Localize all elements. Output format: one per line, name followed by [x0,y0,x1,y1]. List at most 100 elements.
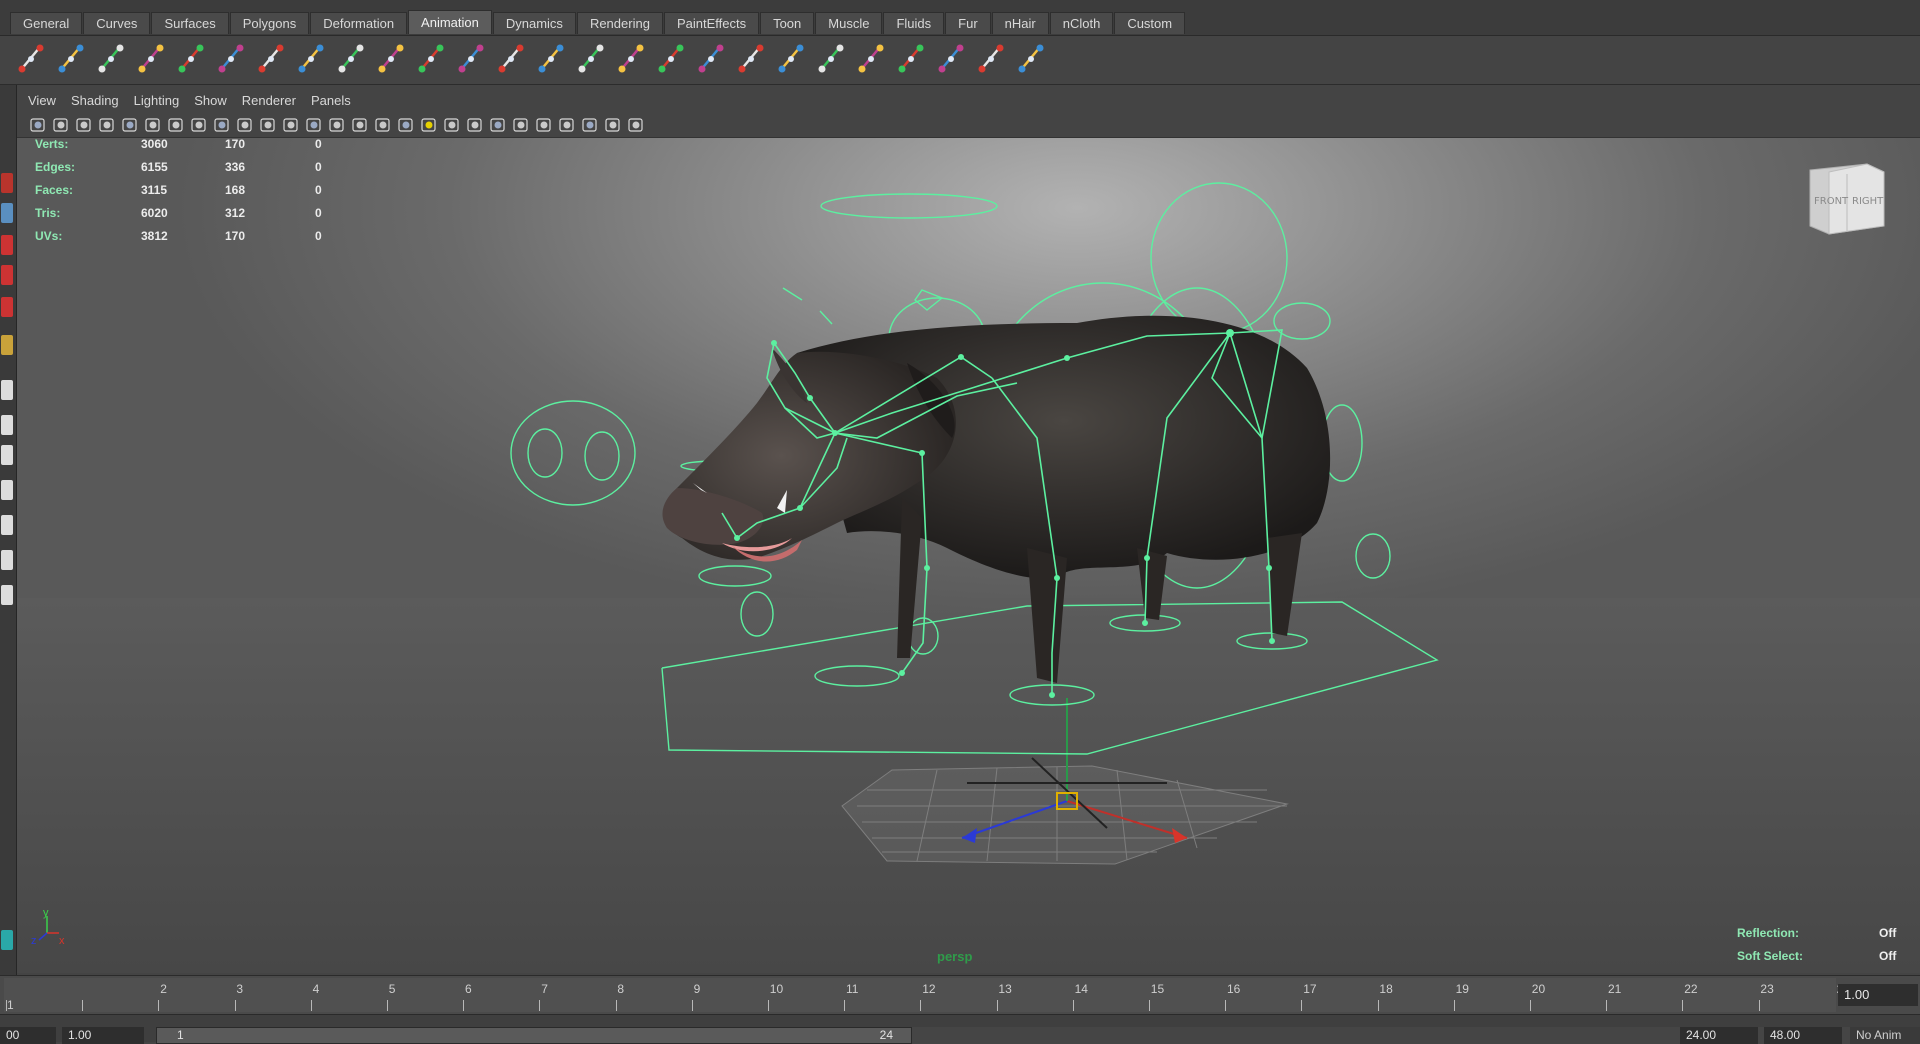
shelf-tab-animation[interactable]: Animation [408,10,492,34]
gate-mask-icon[interactable] [236,116,254,134]
motion-blur-icon[interactable] [489,116,507,134]
image-plane-icon[interactable] [98,116,116,134]
shelf-tab-curves[interactable]: Curves [83,12,151,34]
playback-start-field[interactable]: 1.00 [62,1027,144,1044]
character-head-icon[interactable] [694,41,728,77]
shelf-tab-muscle[interactable]: Muscle [815,12,883,34]
xray-joints-icon[interactable] [604,116,622,134]
shelf-tab-nhair[interactable]: nHair [991,12,1049,34]
anim-start-field[interactable]: 00 [0,1027,56,1044]
move-tool-icon[interactable] [1,235,13,255]
shelf-tab-general[interactable]: General [10,12,83,34]
single-joint-icon[interactable] [214,41,248,77]
layout-outliner-icon[interactable] [1,515,13,535]
scale-tool-icon[interactable] [1,297,13,317]
textured-icon[interactable] [397,116,415,134]
wireframe-on-shaded-icon[interactable] [374,116,392,134]
isolate-select-icon[interactable] [558,116,576,134]
shelf-tab-fur[interactable]: Fur [945,12,991,34]
paint-weights-icon[interactable] [734,41,768,77]
panel-menu-shading[interactable]: Shading [71,93,119,108]
smooth-shade-icon[interactable] [351,116,369,134]
layout-single-icon[interactable] [1,380,13,400]
remove-joint-icon[interactable] [294,41,328,77]
ik-handle-icon[interactable] [14,41,48,77]
paint-tool-icon[interactable] [1,335,13,355]
green-star-icon[interactable] [854,41,888,77]
connect-joint-icon[interactable] [334,41,368,77]
layout-custom-icon[interactable] [1,930,13,950]
current-frame-field[interactable]: 1.00 [1838,984,1918,1006]
anim-end-field[interactable]: 48.00 [1764,1027,1842,1044]
lattice-icon[interactable] [934,41,968,77]
boar-model[interactable] [662,315,1331,683]
panel-menu-view[interactable]: View [28,93,56,108]
shelf-tab-custom[interactable]: Custom [1114,12,1186,34]
ik-spline-icon[interactable] [54,41,88,77]
range-slider[interactable]: 00 1.00 1 24 24.00 48.00 No Anim [0,1014,1920,1044]
panel-menu-lighting[interactable]: Lighting [134,93,180,108]
select-camera-icon[interactable] [29,116,47,134]
time-slider[interactable]: 123456789101112131415161718192021222324 … [0,975,1920,1014]
scene-canvas[interactable]: FRONT RIGHT y z x [17,138,1920,973]
panel-menu-show[interactable]: Show [194,93,227,108]
layout-script-icon[interactable] [1,585,13,605]
orient-joint-icon[interactable] [414,41,448,77]
cluster-icon[interactable] [894,41,928,77]
field-chart-icon[interactable] [259,116,277,134]
set-preferred-angle-icon[interactable] [454,41,488,77]
layout-hypershade-icon[interactable] [1,550,13,570]
full-body-skeleton-icon[interactable] [174,41,208,77]
layout-four-icon[interactable] [1,415,13,435]
two-d-pan-icon[interactable] [121,116,139,134]
bone-chain-icon[interactable] [494,41,528,77]
skeleton-icon[interactable] [614,41,648,77]
bookmarks-icon[interactable] [75,116,93,134]
playback-end-field[interactable]: 24.00 [1680,1027,1758,1044]
view-cube-right-label[interactable]: RIGHT [1852,196,1884,207]
shelf-tab-rendering[interactable]: Rendering [576,12,663,34]
view-cube[interactable]: FRONT RIGHT [1809,163,1885,235]
grease-pencil-icon[interactable] [144,116,162,134]
anim-layer-field[interactable]: No Anim [1850,1027,1920,1044]
brush-icon[interactable] [814,41,848,77]
character-face-icon[interactable] [654,41,688,77]
shelf-tab-surfaces[interactable]: Surfaces [151,12,229,34]
resolution-gate-icon[interactable] [213,116,231,134]
anti-alias-icon[interactable] [512,116,530,134]
rotate-tool-icon[interactable] [1,265,13,285]
joint-chain-icon[interactable] [134,41,168,77]
ik-spline-curve-icon[interactable] [94,41,128,77]
insert-joint-icon[interactable] [254,41,288,77]
shelf-tab-toon[interactable]: Toon [760,12,815,34]
depth-of-field-icon[interactable] [535,116,553,134]
layout-graph-icon[interactable] [1,480,13,500]
shadows-icon[interactable] [443,116,461,134]
shelf-tab-fluids[interactable]: Fluids [883,12,945,34]
pivot-icon[interactable] [534,41,568,77]
shelf-tab-ncloth[interactable]: nCloth [1049,12,1114,34]
screen-space-ao-icon[interactable] [466,116,484,134]
mirror-joint-icon[interactable] [374,41,408,77]
safe-title-icon[interactable] [305,116,323,134]
camera-attributes-icon[interactable] [52,116,70,134]
viewport-persp[interactable]: FRONT RIGHT y z x Verts: 3060 170 0 Edges: 61… [17,138,1920,973]
panel-menu-panels[interactable]: Panels [311,93,351,108]
shelf-tab-deformation[interactable]: Deformation [310,12,408,34]
select-tool-icon[interactable] [1,173,13,193]
paint-skin-icon[interactable] [774,41,808,77]
wireframe-icon[interactable] [328,116,346,134]
layout-two-icon[interactable] [1,445,13,465]
lasso-tool-icon[interactable] [1,203,13,223]
panel-menu-renderer[interactable]: Renderer [242,93,296,108]
range-bar[interactable]: 1 24 [156,1027,912,1044]
safe-action-icon[interactable] [282,116,300,134]
film-gate-icon[interactable] [190,116,208,134]
xray-components-icon[interactable] [627,116,645,134]
bend-curve-icon[interactable] [574,41,608,77]
use-lights-icon[interactable] [420,116,438,134]
shelf-tab-dynamics[interactable]: Dynamics [492,12,576,34]
control-icon[interactable] [1014,41,1048,77]
locator-icon[interactable] [974,41,1008,77]
shelf-tab-painteffects[interactable]: PaintEffects [663,12,760,34]
